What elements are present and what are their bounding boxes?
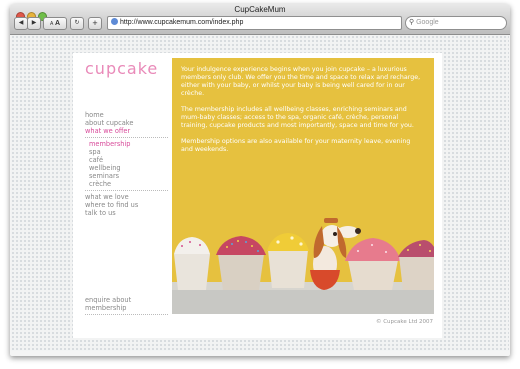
nav-what-we-love[interactable]: what we love [85, 193, 168, 201]
nav-talk-to-us[interactable]: talk to us [85, 209, 168, 217]
nav-home[interactable]: home [85, 111, 168, 119]
enquire-line-2: membership [85, 304, 127, 312]
forward-arrow-icon: ▶ [31, 20, 37, 26]
address-bar[interactable]: http://www.cupcakemum.com/index.php [107, 16, 402, 30]
url-text: http://www.cupcakemum.com/index.php [120, 19, 244, 26]
nav-divider [85, 137, 168, 138]
cupcake-illustration-2 [216, 236, 266, 290]
cupcake-illustration-1 [174, 237, 210, 290]
search-placeholder: Google [416, 19, 439, 26]
browser-window: CupCakeMum ◀ ▶ A A ↻ + http://www.cupcak… [10, 4, 510, 356]
nav-seminars[interactable]: seminars [85, 172, 168, 180]
back-arrow-icon: ◀ [18, 20, 24, 26]
enquire-line-1: enquire about [85, 296, 132, 304]
web-content-area: cupcake home about cupcake what we offer… [11, 35, 509, 351]
nav-about-cupcake[interactable]: about cupcake [85, 119, 168, 127]
site-logo[interactable]: cupcake [85, 59, 158, 78]
hero-panel: Your indulgence experience begins when y… [172, 58, 434, 314]
site-page: cupcake home about cupcake what we offer… [73, 53, 442, 338]
copyright-footer: © Cupcake Ltd 2007 [375, 319, 433, 325]
nav-divider [85, 190, 168, 191]
back-button[interactable]: ◀ [14, 17, 28, 30]
nav-membership[interactable]: membership [85, 140, 168, 148]
reload-icon: ↻ [74, 20, 80, 26]
globe-icon [111, 18, 118, 25]
nav-wellbeing[interactable]: wellbeing [85, 164, 168, 172]
enquire-underline [85, 314, 168, 315]
add-bookmark-button[interactable]: + [88, 17, 102, 30]
nav-creche[interactable]: crèche [85, 180, 168, 188]
main-nav: home about cupcake what we offer members… [85, 111, 168, 217]
nav-spa[interactable]: spa [85, 148, 168, 156]
forward-button[interactable]: ▶ [27, 17, 41, 30]
cupcake-illustration-3 [267, 233, 309, 288]
nav-cafe[interactable]: café [85, 156, 168, 164]
search-icon: ⚲ [409, 19, 415, 26]
cupcakes-image [172, 218, 434, 314]
enquire-link[interactable]: enquire about membership [85, 296, 168, 317]
reload-button[interactable]: ↻ [70, 17, 84, 30]
nav-where-to-find-us[interactable]: where to find us [85, 201, 168, 209]
nav-what-we-offer[interactable]: what we offer [85, 127, 168, 135]
cupcake-illustration-4 [345, 238, 401, 290]
text-smaller-label: A [49, 21, 54, 27]
text-larger-label: A [54, 20, 61, 27]
cupcake-illustration-5 [398, 240, 434, 290]
browser-toolbar: CupCakeMum ◀ ▶ A A ↻ + http://www.cupcak… [10, 4, 510, 35]
window-title: CupCakeMum [234, 5, 286, 14]
text-size-button[interactable]: A A [43, 17, 67, 30]
search-field[interactable]: ⚲ Google [405, 16, 507, 30]
add-bookmark-label: + [92, 18, 98, 28]
